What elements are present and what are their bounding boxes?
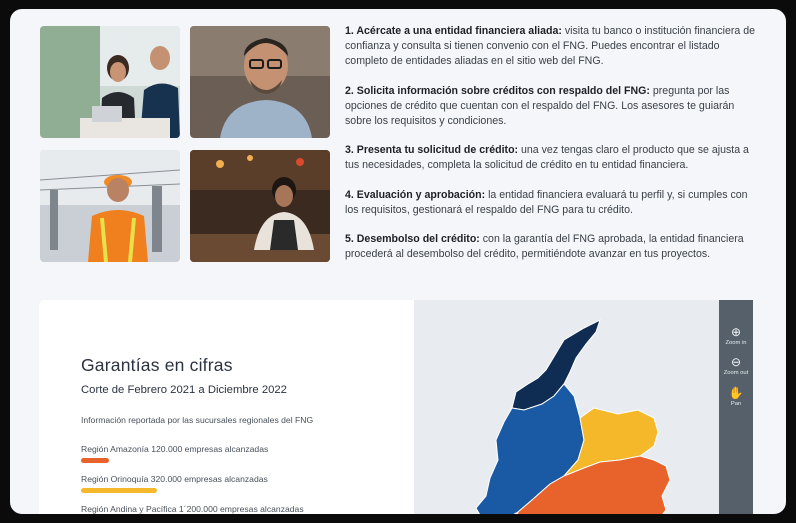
- garantias-note: Información reportada por las sucursales…: [81, 415, 314, 425]
- zoom-in-icon: ⊕: [730, 325, 742, 339]
- region-bar-orinoquia: [81, 488, 157, 493]
- step-title: 5. Desembolso del crédito:: [345, 233, 480, 246]
- step-title: 3. Presenta tu solicitud de crédito:: [345, 144, 519, 157]
- step-item: 4. Evaluación y aprobación: la entidad f…: [345, 188, 757, 218]
- photo-restaurant-owner: [190, 150, 330, 262]
- steps-list: 1. Acércate a una entidad financiera ali…: [345, 24, 757, 277]
- region-label-andina: Región Andina y Pacífica 1´200.000 empre…: [81, 504, 304, 514]
- step-title: 2. Solicita información sobre créditos c…: [345, 84, 650, 97]
- region-label-orinoquia: Región Orinoquía 320.000 empresas alcanz…: [81, 474, 268, 484]
- step-item: 1. Acércate a una entidad financiera ali…: [345, 24, 757, 69]
- pan-button[interactable]: ✋ Pan: [719, 386, 753, 408]
- garantias-card: Garantías en cifras Corte de Febrero 202…: [39, 300, 415, 514]
- garantias-subtitle: Corte de Febrero 2021 a Diciembre 2022: [81, 384, 287, 396]
- region-label-amazonia: Región Amazonía 120.000 empresas alcanza…: [81, 444, 269, 454]
- colombia-map[interactable]: [414, 300, 719, 514]
- photo-smiling-man: [190, 26, 330, 138]
- garantias-title: Garantías en cifras: [81, 355, 233, 375]
- map-toolbar: ⊕ Zoom in ⊖ Zoom out ✋ Pan: [719, 300, 753, 514]
- zoom-out-label: Zoom out: [723, 370, 749, 376]
- zoom-out-icon: ⊖: [730, 355, 742, 369]
- region-bar-amazonia: [81, 458, 109, 463]
- step-title: 4. Evaluación y aprobación:: [345, 188, 486, 201]
- step-item: 2. Solicita información sobre créditos c…: [345, 84, 757, 129]
- pan-label: Pan: [730, 401, 742, 407]
- photo-business-meeting: [40, 26, 180, 138]
- pan-hand-icon: ✋: [728, 386, 744, 400]
- zoom-in-label: Zoom in: [725, 340, 747, 346]
- page-frame: 1. Acércate a una entidad financiera ali…: [10, 9, 786, 514]
- zoom-out-button[interactable]: ⊖ Zoom out: [719, 355, 753, 377]
- zoom-in-button[interactable]: ⊕ Zoom in: [719, 325, 753, 347]
- photo-construction-worker: [40, 150, 180, 262]
- step-item: 5. Desembolso del crédito: con la garant…: [345, 232, 757, 262]
- step-item: 3. Presenta tu solicitud de crédito: una…: [345, 143, 757, 173]
- step-title: 1. Acércate a una entidad financiera ali…: [345, 25, 562, 37]
